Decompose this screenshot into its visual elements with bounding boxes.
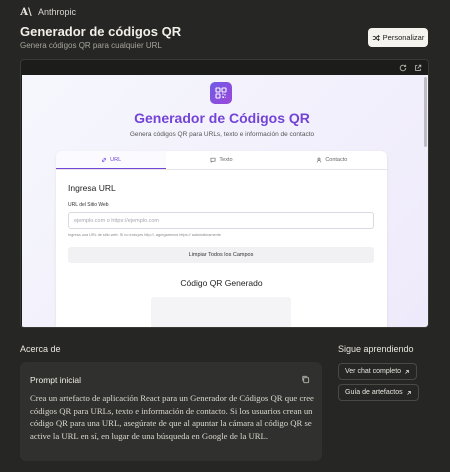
customize-label: Personalizar — [382, 33, 425, 42]
anthropic-logo-icon: A\ — [20, 6, 32, 18]
qr-output-title: Código QR Generado — [180, 278, 263, 288]
url-hint: Ingresa una URL de sitio web. Si no incl… — [68, 233, 221, 237]
preview-toolbar — [21, 60, 428, 75]
view-full-chat-link[interactable]: Ver chat completo — [338, 363, 418, 380]
app-subtitle: Genera códigos QR para URLs, texto e inf… — [129, 131, 315, 138]
tab-url[interactable]: URL — [56, 151, 167, 169]
artifact-preview: Generador de Códigos QR Genera códigos Q… — [20, 59, 429, 328]
prompt-title: Prompt inicial — [30, 375, 82, 385]
link-icon — [102, 157, 107, 162]
brand: A\ Anthropic — [20, 6, 76, 18]
clear-all-button[interactable]: Limpiar Todos los Campos — [68, 247, 374, 263]
app-frame: Generador de Códigos QR Genera códigos Q… — [22, 75, 428, 327]
tab-texto-label: Texto — [219, 157, 233, 163]
generator-card: URL Texto Contacto Ingresa URL URL del S… — [56, 151, 387, 327]
app-title: Generador de Códigos QR — [134, 110, 310, 126]
copy-icon[interactable] — [301, 375, 310, 384]
page-title: Generador de códigos QR — [20, 24, 182, 39]
tab-bar: URL Texto Contacto — [56, 151, 387, 170]
shuffle-icon — [372, 34, 380, 41]
refresh-icon[interactable] — [399, 64, 407, 72]
brand-name: Anthropic — [38, 7, 77, 17]
external-arrow-icon — [406, 390, 411, 395]
prompt-text: Crea un artefacto de aplicación React pa… — [30, 393, 314, 441]
open-external-icon[interactable] — [414, 64, 422, 72]
artifacts-guide-link[interactable]: Guía de artefactos — [338, 384, 419, 401]
qr-app-icon — [210, 82, 232, 104]
prompt-card: Prompt inicial Crea un artefacto de apli… — [20, 362, 322, 461]
artifacts-guide-label: Guía de artefactos — [345, 389, 403, 396]
view-full-chat-label: Ver chat completo — [345, 368, 402, 375]
user-icon — [317, 157, 322, 163]
customize-button[interactable]: Personalizar — [368, 28, 428, 47]
message-icon — [210, 157, 216, 163]
tab-texto[interactable]: Texto — [166, 151, 276, 169]
url-field-label: URL del Sitio Web — [68, 202, 109, 208]
qr-output-area — [151, 297, 291, 327]
about-heading: Acerca de — [20, 344, 61, 354]
preview-scrollbar[interactable] — [424, 77, 427, 147]
page-subtitle: Genera códigos QR para cualquier URL — [20, 41, 162, 50]
tab-url-label: URL — [110, 156, 122, 163]
section-title: Ingresa URL — [68, 183, 116, 193]
external-arrow-icon — [405, 369, 409, 374]
tab-contacto[interactable]: Contacto — [277, 151, 387, 169]
url-input[interactable] — [68, 212, 374, 229]
learn-heading: Sigue aprendiendo — [338, 344, 414, 354]
tab-contacto-label: Contacto — [325, 157, 348, 163]
